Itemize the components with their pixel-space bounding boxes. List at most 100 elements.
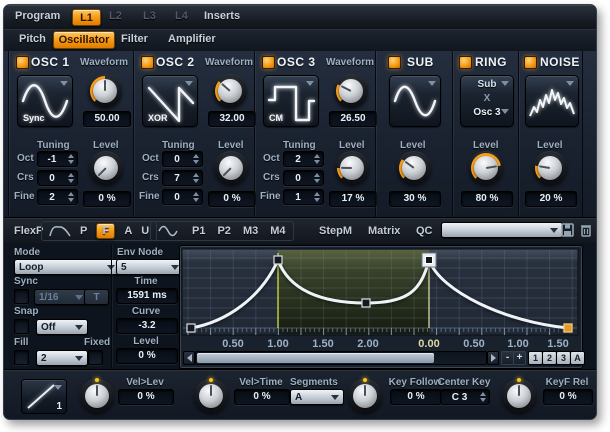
envelope-graph[interactable]: 0.50 1.00 1.50 2.00 0.00 0.50 1.00 1.50 … [180, 246, 582, 368]
osc2-level-knob[interactable] [214, 151, 248, 185]
tab-filter[interactable]: Filter [121, 33, 148, 45]
env-node-5-end[interactable] [564, 324, 572, 332]
osc2-waveform-value[interactable]: 32.00 [208, 111, 256, 127]
osc2-fine-spinner[interactable]: 0 [162, 189, 203, 205]
spinner-arrows-icon[interactable] [312, 154, 323, 164]
zoom-in-button[interactable]: + [513, 351, 526, 365]
tab-pitch[interactable]: Pitch [19, 33, 46, 45]
osc3-fine-spinner[interactable]: 1 [283, 189, 324, 205]
env-node-2[interactable] [274, 256, 282, 264]
osc1-crs-spinner[interactable]: 0 [37, 170, 78, 186]
sub-level-value[interactable]: 30 % [389, 191, 441, 207]
osc2-level-value[interactable]: 0 % [208, 191, 256, 207]
tap-tempo-button[interactable]: T [84, 289, 109, 305]
tab-stepm[interactable]: StepM [319, 225, 352, 237]
spinner-arrows-icon[interactable] [66, 154, 77, 164]
center-key-spinner[interactable]: C 3 [440, 389, 490, 405]
scroll-right-button[interactable] [487, 351, 499, 365]
scrollbar-thumb[interactable] [197, 353, 434, 363]
key-follow-value[interactable]: 0 % [390, 389, 442, 405]
spinner-arrows-icon[interactable] [478, 392, 489, 402]
osc2-waveform-knob[interactable] [213, 74, 247, 108]
velocity-curve-display[interactable]: 1 [21, 379, 67, 414]
zoom-preset-all[interactable]: A [570, 351, 585, 365]
curve-select-arrow-icon[interactable] [54, 385, 62, 390]
snap-checkbox[interactable] [14, 319, 29, 334]
env-tab-a[interactable]: A [124, 225, 132, 237]
env-node-3[interactable] [362, 299, 370, 307]
keyf-rel-value[interactable]: 0 % [543, 389, 593, 405]
mod-tab-m3[interactable]: M3 [243, 225, 258, 237]
osc1-oct-spinner[interactable]: -1 [37, 151, 78, 167]
ring-power-led[interactable] [459, 56, 472, 69]
vel-time-value[interactable]: 0 % [234, 389, 290, 405]
sync-rate-dropdown[interactable]: 1/16 [34, 289, 88, 305]
spinner-arrows-icon[interactable] [191, 173, 202, 183]
envelope-plot[interactable]: 0.50 1.00 1.50 2.00 0.00 0.50 1.00 1.50 [181, 248, 579, 350]
scrollbar-track[interactable] [195, 351, 487, 365]
noise-level-value[interactable]: 20 % [525, 191, 577, 207]
tab-oscillator[interactable]: Oscillator [53, 31, 115, 49]
osc2-crs-spinner[interactable]: 7 [162, 170, 203, 186]
trash-icon[interactable] [580, 223, 592, 237]
tab-matrix[interactable]: Matrix [368, 225, 400, 237]
osc3-level-value[interactable]: 17 % [329, 191, 377, 207]
sub-level-knob[interactable] [397, 151, 431, 185]
snap-dropdown[interactable]: Off [36, 319, 88, 335]
layer-tab-l3[interactable]: L3 [143, 10, 156, 22]
curve-value[interactable]: -3.2 [116, 318, 178, 334]
osc3-power-led[interactable] [262, 56, 275, 69]
layer-tab-l4[interactable]: L4 [175, 10, 188, 22]
key-follow-knob[interactable] [348, 379, 382, 413]
vel-lev-knob[interactable] [80, 379, 114, 413]
env-node-dropdown[interactable]: 5 [116, 259, 184, 275]
waveform-select-arrow-icon[interactable] [566, 81, 574, 86]
keyf-rel-knob[interactable] [502, 379, 536, 413]
osc3-waveform-value[interactable]: 26.50 [329, 111, 377, 127]
tab-qc[interactable]: QC [416, 225, 433, 237]
osc1-waveform-value[interactable]: 50.00 [83, 111, 131, 127]
waveform-select-arrow-icon[interactable] [428, 81, 436, 86]
waveform-select-arrow-icon[interactable] [60, 81, 68, 86]
save-icon[interactable] [561, 223, 574, 237]
fixed-checkbox[interactable] [88, 350, 103, 365]
node-level-value[interactable]: 0 % [116, 348, 178, 364]
osc1-waveform-knob[interactable] [88, 74, 122, 108]
osc2-waveform-display[interactable]: XOR [142, 75, 198, 127]
fill-dropdown[interactable]: 2 [36, 350, 88, 366]
spinner-arrows-icon[interactable] [191, 154, 202, 164]
preset-dropdown[interactable] [441, 222, 563, 238]
tab-amplifier[interactable]: Amplifier [168, 33, 216, 45]
fill-checkbox[interactable] [14, 350, 29, 365]
ring-source-a-arrow-icon[interactable] [501, 81, 509, 86]
env-tab-u[interactable]: U [141, 225, 149, 237]
osc3-level-knob[interactable] [335, 151, 369, 185]
env-tab-f[interactable]: F [96, 223, 115, 239]
osc3-waveform-display[interactable]: CM [263, 75, 319, 127]
spinner-arrows-icon[interactable] [191, 192, 202, 202]
mod-tab-m4[interactable]: M4 [270, 225, 285, 237]
noise-power-led[interactable] [524, 56, 537, 69]
sync-checkbox[interactable] [14, 289, 29, 304]
zoom-preset-3[interactable]: 3 [556, 351, 571, 365]
spinner-arrows-icon[interactable] [312, 173, 323, 183]
osc2-power-led[interactable] [141, 56, 154, 69]
env-tab-p[interactable]: P [80, 225, 87, 237]
spinner-arrows-icon[interactable] [66, 173, 77, 183]
scroll-left-button[interactable] [183, 351, 195, 365]
menu-inserts[interactable]: Inserts [204, 10, 240, 22]
osc3-waveform-knob[interactable] [334, 74, 368, 108]
spinner-arrows-icon[interactable] [312, 192, 323, 202]
ring-source-b-arrow-icon[interactable] [501, 109, 509, 114]
osc1-power-led[interactable] [16, 56, 29, 69]
waveform-select-arrow-icon[interactable] [306, 81, 314, 86]
spinner-arrows-icon[interactable] [66, 192, 77, 202]
layer-tab-l1[interactable]: L1 [72, 9, 101, 26]
zoom-preset-2[interactable]: 2 [542, 351, 557, 365]
waveform-select-arrow-icon[interactable] [185, 81, 193, 86]
mode-dropdown[interactable]: Loop [14, 259, 120, 275]
noise-waveform-display[interactable] [525, 75, 579, 127]
time-value[interactable]: 1591 ms [116, 288, 178, 304]
sub-power-led[interactable] [388, 56, 401, 69]
osc1-waveform-display[interactable]: Sync [17, 75, 73, 127]
